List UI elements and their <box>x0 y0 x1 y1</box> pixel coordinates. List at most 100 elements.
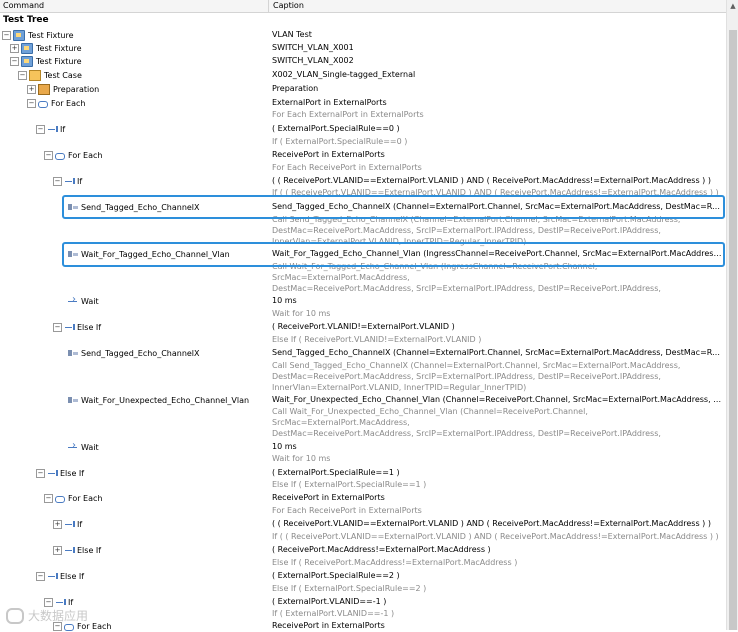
caption-detail: Else If ( ExternalPort.SpecialRule==1 ) <box>272 480 427 489</box>
collapse-icon[interactable]: − <box>18 70 27 80</box>
caption-detail: For Each ReceivePort in ExternalPorts <box>272 506 422 515</box>
command-label: Else If <box>60 571 85 581</box>
caption-text: 10 ms <box>272 442 297 451</box>
command-label: For Each <box>51 98 86 108</box>
command-label: Else If <box>77 322 102 332</box>
tree-row[interactable]: − Else If ( ReceivePort.VLANID!=ExternalP… <box>0 321 726 333</box>
command-column-header[interactable]: Command <box>3 1 44 10</box>
command-label: For Each <box>68 493 103 503</box>
collapse-icon[interactable]: − <box>53 176 62 186</box>
collapse-icon[interactable]: − <box>2 30 11 40</box>
column-header: Command Caption <box>0 0 726 13</box>
tree-row[interactable]: + Test Fixture SWITCH_VLAN_X001 <box>0 42 726 54</box>
command-label: Preparation <box>53 84 100 94</box>
caption-detail: For Each ReceivePort in ExternalPorts <box>272 163 422 172</box>
caption-text: ( ( ReceivePort.VLANID==ExternalPort.VLA… <box>272 176 711 185</box>
expand-icon[interactable]: + <box>10 43 19 53</box>
scroll-up-icon[interactable]: ▲ <box>727 0 738 12</box>
caption-text: ( ExternalPort.SpecialRule==1 ) <box>272 468 400 477</box>
preparation-icon <box>38 83 50 95</box>
caption-detail: Else If ( ReceivePort.MacAddress!=Extern… <box>272 558 518 567</box>
wait-icon <box>68 294 78 306</box>
command-label: Test Fixture <box>28 30 74 40</box>
caption-text: ( ExternalPort.SpecialRule==0 ) <box>272 124 400 133</box>
command-label: Test Case <box>44 70 82 80</box>
command-label: Test Fixture <box>36 43 82 53</box>
loop-icon <box>55 151 65 160</box>
function-call-icon <box>68 349 78 358</box>
wait-icon <box>68 440 78 452</box>
caption-text: ExternalPort in ExternalPorts <box>272 98 387 107</box>
branch-icon <box>47 572 58 581</box>
collapse-icon[interactable]: − <box>27 98 36 108</box>
collapse-icon[interactable]: − <box>53 322 62 332</box>
caption-text: Send_Tagged_Echo_ChannelX (Channel=Exter… <box>272 348 724 357</box>
command-label: Wait <box>81 296 99 306</box>
tree-row[interactable]: − For Each ReceivePort in ExternalPorts <box>0 620 726 632</box>
command-label: Wait <box>81 442 99 452</box>
caption-detail: Wait for 10 ms <box>272 309 331 318</box>
tree-row[interactable]: − Test Fixture SWITCH_VLAN_X002 <box>0 55 726 67</box>
tree-row[interactable]: − For Each ReceivePort in ExternalPorts <box>0 492 726 504</box>
tree-row[interactable]: − Test Case X002_VLAN_Single-tagged_Exter… <box>0 69 726 81</box>
caption-detail: If ( ExternalPort.SpecialRule==0 ) <box>272 137 408 146</box>
section-title: Test Tree <box>3 15 49 25</box>
scrollbar-thumb[interactable] <box>729 30 737 630</box>
command-label: If <box>60 124 66 134</box>
caption-detail: Call Wait_For_Unexpected_Echo_Channel_Vl… <box>272 407 661 438</box>
branch-icon <box>64 177 75 186</box>
tree-row[interactable]: Wait 10 ms <box>0 294 726 307</box>
caption-text: ( ( ReceivePort.VLANID==ExternalPort.VLA… <box>272 519 711 528</box>
fixture-icon <box>13 29 25 41</box>
caption-text: X002_VLAN_Single-tagged_External <box>272 70 416 79</box>
collapse-icon[interactable]: − <box>36 124 45 134</box>
caption-text: ReceivePort in ExternalPorts <box>272 493 385 502</box>
tree-row[interactable]: − Else If ( ExternalPort.SpecialRule==1 ) <box>0 467 726 479</box>
function-call-icon <box>68 396 78 405</box>
collapse-icon[interactable]: − <box>10 56 19 66</box>
tree-row[interactable]: + Preparation Preparation <box>0 83 726 95</box>
command-label: If <box>77 519 83 529</box>
collapse-icon[interactable]: − <box>36 571 45 581</box>
tree-row[interactable]: + If ( ( ReceivePort.VLANID==ExternalPort… <box>0 518 726 530</box>
vertical-scrollbar[interactable]: ▲ <box>726 0 738 630</box>
caption-text: ( ReceivePort.VLANID!=ExternalPort.VLANI… <box>272 322 455 331</box>
caption-text: ( ExternalPort.SpecialRule==2 ) <box>272 571 400 580</box>
watermark-text: 大数据应用 <box>28 609 89 623</box>
fixture-icon <box>21 55 33 67</box>
collapse-icon[interactable]: − <box>36 468 45 478</box>
column-separator[interactable] <box>268 0 269 12</box>
loop-icon <box>38 99 48 108</box>
expand-icon[interactable]: + <box>27 84 36 94</box>
command-label: For Each <box>68 150 103 160</box>
tree-row[interactable]: − Test Fixture VLAN Test <box>0 29 726 41</box>
command-label: If <box>77 176 83 186</box>
caption-text: SWITCH_VLAN_X002 <box>272 56 354 65</box>
branch-icon <box>55 598 66 607</box>
tree-row[interactable]: − If ( ExternalPort.VLANID==-1 ) <box>0 596 726 608</box>
collapse-icon[interactable]: − <box>44 150 53 160</box>
tree-row[interactable]: Wait 10 ms <box>0 440 726 453</box>
caption-column-header[interactable]: Caption <box>273 1 304 10</box>
branch-icon <box>64 520 75 529</box>
tree-row[interactable]: − Else If ( ExternalPort.SpecialRule==2 ) <box>0 570 726 582</box>
tree-row[interactable]: + Else If ( ReceivePort.MacAddress!=Exter… <box>0 544 726 556</box>
collapse-icon[interactable]: − <box>44 597 53 607</box>
command-label: Send_Tagged_Echo_ChannelX <box>81 348 200 358</box>
tree-row[interactable]: − For Each ReceivePort in ExternalPorts <box>0 149 726 161</box>
tree-row[interactable]: − If ( ( ReceivePort.VLANID==ExternalPort… <box>0 175 726 187</box>
tree-row[interactable]: Send_Tagged_Echo_ChannelX Send_Tagged_Ec… <box>0 347 726 359</box>
caption-text: Wait_For_Unexpected_Echo_Channel_Vlan (C… <box>272 395 724 404</box>
expand-icon[interactable]: + <box>53 545 62 555</box>
branch-icon <box>64 323 75 332</box>
watermark: 大数据应用 <box>6 607 88 624</box>
tree-row[interactable]: − If ( ExternalPort.SpecialRule==0 ) <box>0 123 726 135</box>
tree-row[interactable]: Wait_For_Unexpected_Echo_Channel_Vlan Wa… <box>0 394 726 406</box>
caption-detail: For Each ExternalPort in ExternalPorts <box>272 110 424 119</box>
caption-detail: Wait for 10 ms <box>272 454 331 463</box>
expand-icon[interactable]: + <box>53 519 62 529</box>
command-label: Wait_For_Unexpected_Echo_Channel_Vlan <box>81 395 250 405</box>
caption-detail: If ( ( ReceivePort.VLANID==ExternalPort.… <box>272 532 719 541</box>
tree-row[interactable]: − For Each ExternalPort in ExternalPorts <box>0 97 726 109</box>
collapse-icon[interactable]: − <box>44 493 53 503</box>
